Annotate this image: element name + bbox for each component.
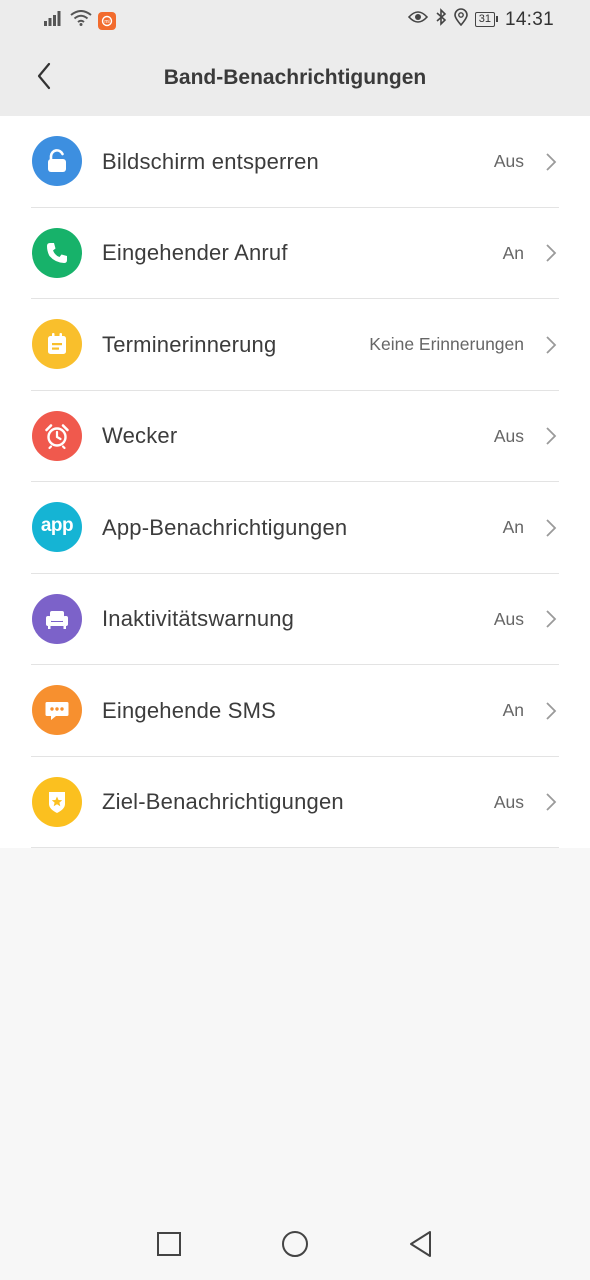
chevron-right-icon [544,242,558,264]
list-item-goal-notifications[interactable]: Ziel-Benachrichtigungen Aus [0,757,590,849]
chevron-right-icon [544,608,558,630]
list-item-label: Terminerinnerung [102,331,277,357]
chevron-right-icon [544,151,558,173]
location-icon [453,8,468,31]
recent-apps-icon [156,1231,182,1262]
list-item-value: Keine Erinnerungen [369,334,524,355]
message-icon [32,685,82,735]
list-item-incoming-call[interactable]: Eingehender Anruf An [0,208,590,300]
list-item-label: App-Benachrichtigungen [102,514,348,540]
chevron-right-icon [544,517,558,539]
list-item-app-notifications[interactable]: app App-Benachrichtigungen An [0,482,590,574]
list-item-value: An [502,242,524,263]
goal-badge-icon [32,776,82,827]
list-item-label: Bildschirm entsperren [102,148,319,174]
chevron-right-icon [544,791,558,813]
chevron-right-icon [544,425,558,447]
system-nav-bar [0,1208,590,1280]
bluetooth-icon [435,8,447,31]
list-item-alarm[interactable]: Wecker Aus [0,391,590,483]
list-item-inactivity-warning[interactable]: Inaktivitätswarnung Aus [0,574,590,666]
list-item-label: Inaktivitätswarnung [102,606,295,632]
app-notification-icon: mi [98,11,116,30]
phone-icon [32,227,82,278]
back-icon [408,1230,434,1263]
wifi-icon [70,10,92,31]
signal-icon [44,10,64,31]
app-icon: app [32,502,82,552]
list-item-value: Aus [493,791,524,812]
list-item-label: Eingehender Anruf [102,240,288,266]
chevron-right-icon [544,700,558,722]
status-left: mi [44,10,116,31]
home-button[interactable] [277,1228,313,1264]
app-icon-text: app [40,514,74,536]
status-time: 14:31 [504,8,554,30]
sofa-icon [32,593,82,644]
list-item-appointment-reminder[interactable]: Terminerinnerung Keine Erinnerungen [0,299,590,391]
notification-settings-list: Bildschirm entsperren Aus Eingehender An… [0,116,590,848]
list-item-label: Ziel-Benachrichtigungen [102,789,344,815]
nav-back-button[interactable] [403,1228,439,1264]
screen: mi 31 14:31 Band-Benachrichtigungen Bild… [0,0,590,1280]
status-right: 31 14:31 [407,8,554,31]
list-item-value: An [502,700,524,721]
list-item-value: An [502,517,524,538]
alarm-clock-icon [32,410,82,461]
recent-apps-button[interactable] [151,1228,187,1264]
chevron-right-icon [544,334,558,356]
list-item-label: Wecker [102,423,178,449]
list-item-incoming-sms[interactable]: Eingehende SMS An [0,665,590,757]
app-badge-text: mi [104,19,109,25]
battery-icon: 31 [474,12,499,27]
calendar-icon [32,319,82,369]
list-item-unlock-screen[interactable]: Bildschirm entsperren Aus [0,116,590,208]
list-item-value: Aus [493,425,524,446]
page-title: Band-Benachrichtigungen [163,66,427,89]
list-item-value: Aus [493,151,524,172]
eye-icon [407,10,428,29]
list-item-label: Eingehende SMS [102,697,277,723]
home-icon [281,1230,309,1263]
unlock-icon [32,136,82,186]
status-bar: mi 31 14:31 [0,0,590,40]
list-item-value: Aus [493,608,524,629]
header-bar: Band-Benachrichtigungen [0,40,590,116]
